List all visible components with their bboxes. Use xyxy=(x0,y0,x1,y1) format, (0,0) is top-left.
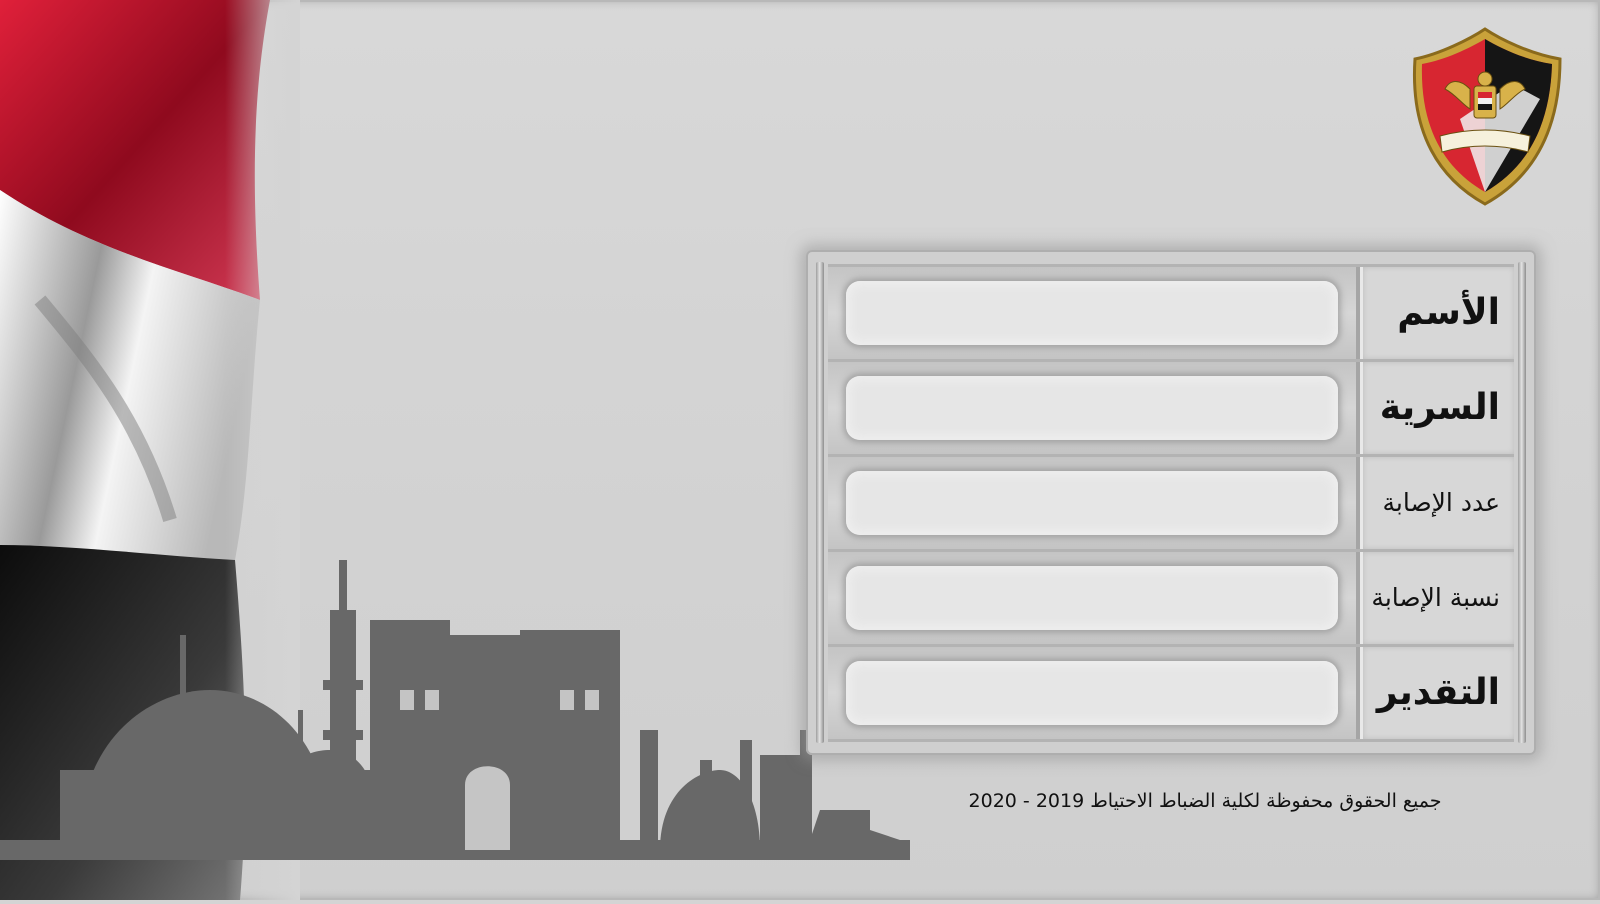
unit-label-cell: السرية xyxy=(1360,362,1514,454)
cairo-skyline-silhouette xyxy=(0,540,930,900)
grade-input-cell xyxy=(828,647,1360,739)
name-label-cell: الأسم xyxy=(1360,267,1514,359)
name-label: الأسم xyxy=(1397,292,1500,334)
injury-rate-label-cell: نسبة الإصابة xyxy=(1360,552,1514,644)
injury-count-input-cell xyxy=(828,457,1360,549)
injury-count-label-cell: عدد الإصابة xyxy=(1360,457,1514,549)
name-input-cell xyxy=(828,267,1360,359)
form-row-grade: التقدير xyxy=(828,647,1514,742)
copyright-text: جميع الحقوق محفوظة لكلية الضباط الاحتياط… xyxy=(968,790,1442,812)
injury-rate-input[interactable] xyxy=(846,566,1338,630)
college-emblem-icon xyxy=(1400,24,1570,209)
unit-input[interactable] xyxy=(846,376,1338,440)
grade-label-cell: التقدير xyxy=(1360,647,1514,739)
injury-count-label: عدد الإصابة xyxy=(1382,488,1500,518)
form-rows: الأسم السرية عدد الإصابة نسبة الإصابة ال… xyxy=(828,264,1514,742)
form-row-injury-count: عدد الإصابة xyxy=(828,457,1514,552)
unit-label: السرية xyxy=(1379,387,1500,429)
score-form-panel: الأسم السرية عدد الإصابة نسبة الإصابة ال… xyxy=(806,250,1536,755)
injury-count-input[interactable] xyxy=(846,471,1338,535)
unit-input-cell xyxy=(828,362,1360,454)
form-row-name: الأسم xyxy=(828,264,1514,362)
grade-input[interactable] xyxy=(846,661,1338,725)
injury-rate-label: نسبة الإصابة xyxy=(1371,583,1500,613)
panel-rail-right xyxy=(1518,262,1526,743)
form-row-injury-rate: نسبة الإصابة xyxy=(828,552,1514,647)
grade-label: التقدير xyxy=(1376,672,1500,714)
name-input[interactable] xyxy=(846,281,1338,345)
form-row-unit: السرية xyxy=(828,362,1514,457)
panel-rail-left xyxy=(816,262,824,743)
injury-rate-input-cell xyxy=(828,552,1360,644)
